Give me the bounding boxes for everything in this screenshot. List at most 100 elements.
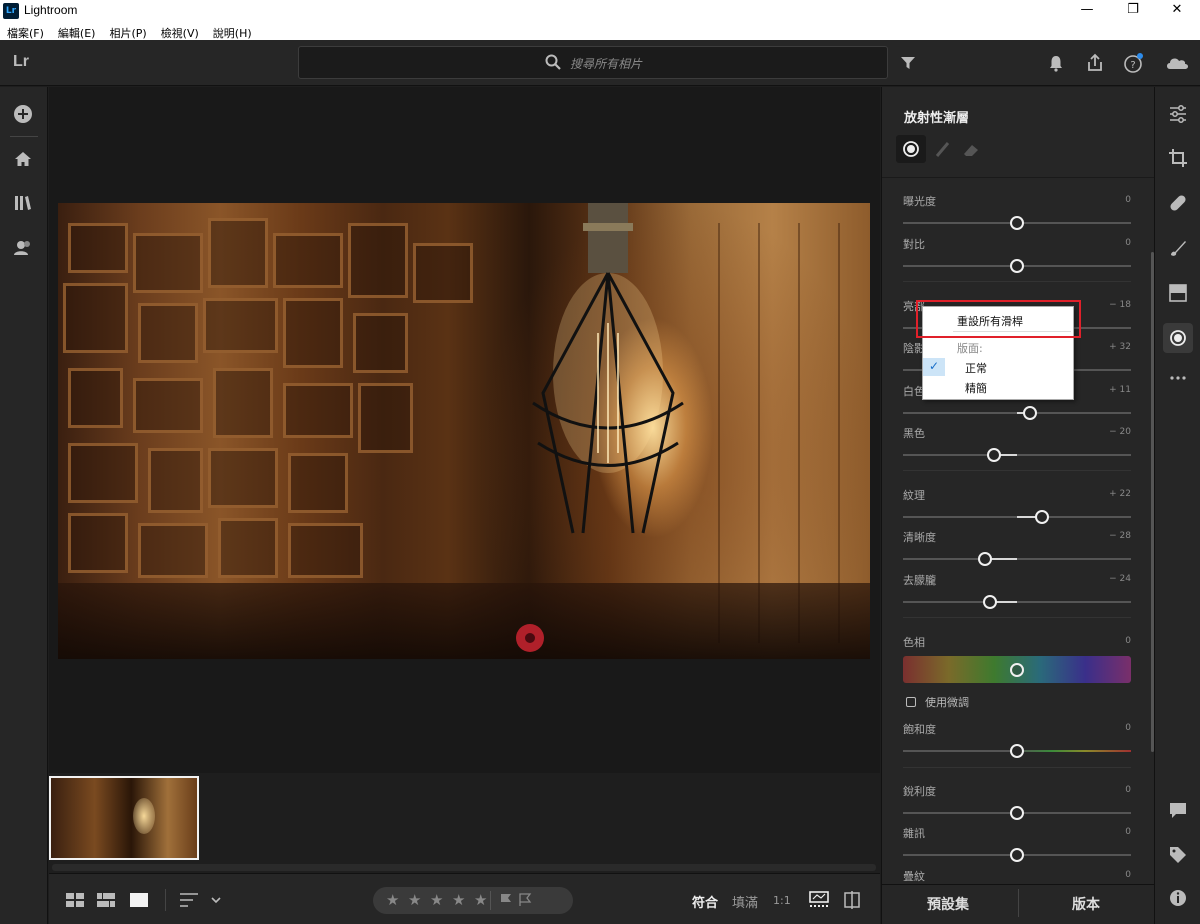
app-icon: Lr [3, 3, 19, 19]
layout-compact-item[interactable]: 精簡 [965, 380, 987, 396]
hue-knob[interactable] [1010, 663, 1024, 677]
moire-slider[interactable]: 疊紋 0 [903, 868, 1131, 884]
svg-text:?: ? [1130, 60, 1135, 71]
contrast-slider[interactable]: 對比 0 [903, 236, 1131, 276]
slider-label: 去朦朧 [903, 574, 936, 587]
slider-value: 0 [1125, 827, 1131, 837]
brush-tool[interactable] [928, 135, 958, 163]
slider-label: 雜訊 [903, 827, 925, 840]
eraser-tool[interactable] [956, 135, 986, 163]
help-icon[interactable]: ? [1122, 52, 1144, 74]
slider-track[interactable] [903, 558, 1131, 560]
noise-slider[interactable]: 雜訊 0 [903, 825, 1131, 865]
slider-knob[interactable] [1010, 848, 1024, 862]
photo-shelf [283, 298, 343, 368]
group-separator [903, 767, 1131, 768]
reject-flag-icon[interactable] [518, 893, 532, 907]
slider-knob[interactable] [1035, 510, 1049, 524]
star-4-icon[interactable]: ★ [452, 891, 465, 909]
fit-zoom-label[interactable]: 符合 [692, 892, 718, 911]
slider-label: 銳利度 [903, 785, 936, 798]
fine-tune-checkbox[interactable]: 使用微調 [906, 694, 969, 710]
slider-knob[interactable] [978, 552, 992, 566]
left-rail [0, 87, 48, 924]
home-icon[interactable] [12, 148, 34, 170]
healing-icon[interactable] [1167, 192, 1189, 214]
slider-knob[interactable] [1010, 216, 1024, 230]
clarity-slider[interactable]: 清晰度 − 28 [903, 529, 1131, 569]
slider-value: 0 [1125, 636, 1131, 646]
square-grid-icon[interactable] [66, 893, 84, 907]
photo-shelf [218, 518, 278, 578]
before-after-icon[interactable] [843, 891, 861, 909]
maximize-button[interactable]: ❐ [1110, 0, 1156, 22]
slider-knob[interactable] [1010, 259, 1024, 273]
checkbox-box[interactable] [906, 697, 916, 707]
chevron-down-icon[interactable] [210, 893, 222, 907]
layout-normal-item[interactable]: 正常 [965, 360, 987, 376]
slider-track[interactable] [903, 601, 1131, 603]
saturation-slider[interactable]: 飽和度 0 [903, 721, 1131, 761]
slider-value: − 18 [1109, 300, 1131, 310]
compare-icon[interactable] [809, 891, 829, 909]
search-input[interactable]: 搜尋所有相片 [570, 55, 642, 72]
edited-photo[interactable] [58, 203, 870, 659]
group-separator [903, 470, 1131, 471]
exposure-slider[interactable]: 曝光度 0 [903, 193, 1131, 233]
presets-button[interactable]: 預設集 [927, 894, 969, 914]
info-icon[interactable] [1167, 887, 1189, 909]
filmstrip-scrollbar[interactable] [52, 864, 876, 871]
photo-shelf [208, 218, 268, 288]
crop-icon[interactable] [1167, 147, 1189, 169]
texture-slider[interactable]: 紋理 + 22 [903, 487, 1131, 527]
thumbnail-bulb [133, 798, 155, 834]
comment-icon[interactable] [1167, 799, 1189, 821]
blacks-slider[interactable]: 黑色 − 20 [903, 425, 1131, 465]
library-icon[interactable] [12, 192, 34, 214]
people-icon[interactable] [12, 237, 34, 259]
star-2-icon[interactable]: ★ [408, 891, 421, 909]
sharpness-slider[interactable]: 銳利度 0 [903, 783, 1131, 823]
cloud-icon[interactable] [1164, 52, 1190, 74]
radial-gradient-icon[interactable] [1167, 327, 1189, 349]
brush-mask-icon[interactable] [1167, 237, 1189, 259]
photo-thumbnail[interactable] [49, 776, 199, 860]
star-3-icon[interactable]: ★ [430, 891, 443, 909]
menu-bar: 檔案(F) 編輯(E) 相片(P) 檢視(V) 說明(H) [0, 22, 1200, 40]
linear-gradient-icon[interactable] [1167, 282, 1189, 304]
tag-icon[interactable] [1167, 844, 1189, 866]
pick-flag-icon[interactable] [499, 893, 513, 907]
top-toolbar: Lr 搜尋所有相片 ? [0, 40, 1200, 86]
slider-knob[interactable] [983, 595, 997, 609]
slider-knob[interactable] [987, 448, 1001, 462]
red-valve-graphic [516, 624, 544, 652]
photo-grid-icon[interactable] [97, 893, 115, 907]
detail-view-icon[interactable] [130, 893, 148, 907]
star-1-icon[interactable]: ★ [386, 891, 399, 909]
slider-knob[interactable] [1023, 406, 1037, 420]
photo-floor [58, 583, 870, 659]
close-button[interactable]: ✕ [1154, 0, 1200, 22]
dehaze-slider[interactable]: 去朦朧 − 24 [903, 572, 1131, 612]
versions-button[interactable]: 版本 [1072, 894, 1100, 914]
add-photo-icon[interactable] [12, 103, 34, 125]
one-to-one-zoom-label[interactable]: 1:1 [773, 894, 791, 907]
slider-knob[interactable] [1010, 806, 1024, 820]
star-5-icon[interactable]: ★ [474, 891, 487, 909]
slider-knob[interactable] [1010, 744, 1024, 758]
fill-zoom-label[interactable]: 填滿 [732, 892, 758, 911]
radial-mask-tool[interactable] [896, 135, 926, 163]
sort-icon[interactable] [180, 893, 198, 907]
bell-icon[interactable] [1045, 52, 1067, 74]
edit-sliders-icon[interactable] [1167, 103, 1189, 125]
more-icon[interactable] [1167, 367, 1189, 389]
slider-track[interactable] [903, 454, 1131, 456]
photo-shelf [413, 243, 473, 303]
photo-canvas[interactable] [49, 87, 880, 773]
filter-icon[interactable] [897, 52, 919, 74]
share-icon[interactable] [1084, 52, 1106, 74]
minimize-button[interactable]: — [1064, 0, 1110, 22]
hue-slider[interactable] [903, 656, 1131, 683]
search-box[interactable]: 搜尋所有相片 [298, 46, 888, 79]
slider-label: 紋理 [903, 489, 925, 502]
